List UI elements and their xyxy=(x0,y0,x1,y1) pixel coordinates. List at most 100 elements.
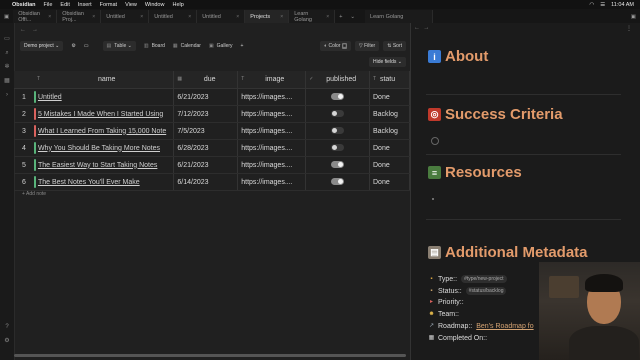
cell-name[interactable]: Why You Should Be Taking More Notes xyxy=(33,139,175,157)
add-note-button[interactable]: + Add note xyxy=(22,191,46,197)
close-icon[interactable]: × xyxy=(322,14,329,20)
files-icon[interactable]: ▭ xyxy=(3,35,11,43)
new-tab-icon[interactable]: + xyxy=(335,10,346,23)
sidebar-toggle-icon[interactable]: ▣ xyxy=(0,10,13,23)
tab-untitled-3[interactable]: Untitled × xyxy=(197,10,246,23)
cell-status[interactable]: Done xyxy=(369,88,410,106)
cell-status[interactable]: Done xyxy=(369,156,410,174)
filter-button[interactable]: ▽ Filter xyxy=(354,40,380,51)
tab-obsidian-projects[interactable]: Obsidian Proj... × xyxy=(57,10,102,23)
cell-status[interactable]: Backlog xyxy=(369,105,410,123)
cell-due[interactable]: 6/21/2023 xyxy=(173,88,239,106)
cell-due[interactable]: 6/21/2023 xyxy=(173,156,239,174)
table-row[interactable]: 2 5 Mistakes I Made When I Started Using 7… xyxy=(14,105,410,123)
close-icon[interactable]: × xyxy=(276,14,283,20)
cell-published[interactable] xyxy=(305,173,370,191)
tab-untitled-1[interactable]: Untitled × xyxy=(101,10,150,23)
sort-button[interactable]: ⇅ Sort xyxy=(383,40,406,51)
hide-fields-button[interactable]: Hide fields ⌄ xyxy=(369,57,406,67)
cell-status[interactable]: Done xyxy=(369,173,410,191)
cell-due[interactable]: 7/5/2023 xyxy=(173,122,239,140)
note-link[interactable]: The Best Notes You'll Ever Make xyxy=(38,179,140,186)
cell-name[interactable]: What I Learned From Taking 15,000 Note xyxy=(33,122,175,140)
cell-published[interactable] xyxy=(305,122,370,140)
cell-published[interactable] xyxy=(305,88,370,106)
close-icon[interactable]: × xyxy=(136,14,143,20)
menu-app-name[interactable]: Obsidian xyxy=(12,2,36,8)
task-checkbox[interactable] xyxy=(431,137,439,145)
cell-image[interactable]: https://images.... xyxy=(237,88,307,106)
calendar-icon[interactable]: ▦ xyxy=(3,77,11,85)
cell-status[interactable]: Backlog xyxy=(369,122,410,140)
menu-edit[interactable]: Edit xyxy=(60,2,69,8)
tab-learn-golang[interactable]: Learn Golang × xyxy=(289,10,336,23)
column-header-image[interactable]: Timage xyxy=(237,71,307,89)
published-toggle[interactable] xyxy=(331,93,345,101)
tab-obsidian-official[interactable]: Obsidian Offi... × xyxy=(13,10,58,23)
project-settings-icon[interactable]: ⚙ xyxy=(71,43,75,49)
published-toggle[interactable] xyxy=(331,161,345,169)
wifi-icon[interactable]: ◠ xyxy=(589,2,594,8)
back-icon[interactable]: ← xyxy=(20,27,26,33)
view-table[interactable]: ▤ Table ⌄ xyxy=(102,40,136,51)
clock[interactable]: 11:04 AM xyxy=(611,2,634,8)
cell-name[interactable]: The Easiest Way to Start Taking Notes xyxy=(33,156,175,174)
published-toggle[interactable] xyxy=(331,110,345,118)
menu-view[interactable]: View xyxy=(125,2,137,8)
tag-pill[interactable]: #type/new-project xyxy=(461,275,507,283)
cell-image[interactable]: https://images.... xyxy=(237,173,307,191)
column-header-status[interactable]: T statu xyxy=(369,71,410,89)
menu-help[interactable]: Help xyxy=(172,2,183,8)
column-header-due[interactable]: ▦ due xyxy=(173,71,239,89)
published-toggle[interactable] xyxy=(331,127,345,135)
note-link[interactable]: What I Learned From Taking 15,000 Note xyxy=(38,128,166,135)
cell-image[interactable]: https://images.... xyxy=(237,122,307,140)
menu-file[interactable]: File xyxy=(44,2,53,8)
add-view-button[interactable]: + xyxy=(241,43,244,49)
cell-due[interactable]: 6/28/2023 xyxy=(173,139,239,157)
cell-published[interactable] xyxy=(305,139,370,157)
color-button[interactable]: ◐ Color ■ xyxy=(320,40,351,51)
tab-list-icon[interactable]: ⌄ xyxy=(346,10,359,23)
menu-window[interactable]: Window xyxy=(145,2,165,8)
graph-icon[interactable]: ✲ xyxy=(3,63,11,71)
search-icon[interactable]: ⌕ xyxy=(3,49,11,57)
more-options-icon[interactable]: ⋮ xyxy=(626,25,632,32)
table-row[interactable]: 4 Why You Should Be Taking More Notes 6/28… xyxy=(14,139,410,157)
menu-insert[interactable]: Insert xyxy=(78,2,92,8)
close-icon[interactable]: × xyxy=(88,14,95,20)
cell-image[interactable]: https://images.... xyxy=(237,105,307,123)
help-icon[interactable]: ? xyxy=(3,323,11,331)
close-icon[interactable]: × xyxy=(44,14,51,20)
note-link[interactable]: Why You Should Be Taking More Notes xyxy=(38,145,160,152)
tag-pill[interactable]: #status/backlog xyxy=(465,287,507,295)
tab-projects[interactable]: Projects × xyxy=(245,10,290,23)
forward-icon[interactable]: → xyxy=(423,25,429,31)
project-select[interactable]: Demo project ⌄ xyxy=(20,40,64,51)
cell-name[interactable]: The Best Notes You'll Ever Make xyxy=(33,173,175,191)
view-calendar[interactable]: ▦ Calendar xyxy=(173,43,201,49)
close-icon[interactable]: × xyxy=(232,14,239,20)
note-link[interactable]: 5 Mistakes I Made When I Started Using xyxy=(38,111,163,118)
published-toggle[interactable] xyxy=(331,178,345,186)
horizontal-scrollbar[interactable] xyxy=(14,354,406,357)
cell-image[interactable]: https://images.... xyxy=(237,156,307,174)
column-header-published[interactable]: ✓ published xyxy=(305,71,370,89)
note-link[interactable]: Untitled xyxy=(38,94,62,101)
table-row[interactable]: 5 The Easiest Way to Start Taking Notes 6/… xyxy=(14,156,410,174)
table-row[interactable]: 6 The Best Notes You'll Ever Make 6/14/202… xyxy=(14,173,410,191)
tab-right-learn-golang[interactable]: Learn Golang xyxy=(365,10,434,23)
column-header-name[interactable]: Tname xyxy=(33,71,175,89)
forward-icon[interactable]: → xyxy=(32,27,38,33)
cell-status[interactable]: Done xyxy=(369,139,410,157)
note-link[interactable]: The Easiest Way to Start Taking Notes xyxy=(38,162,157,169)
tab-untitled-2[interactable]: Untitled × xyxy=(149,10,198,23)
menu-format[interactable]: Format xyxy=(100,2,117,8)
right-sidebar-toggle-icon[interactable]: ▣ xyxy=(627,10,640,23)
table-row[interactable]: 3 What I Learned From Taking 15,000 Note 7… xyxy=(14,122,410,140)
cell-due[interactable]: 6/14/2023 xyxy=(173,173,239,191)
internal-link[interactable]: Ben's Roadmap fo xyxy=(476,323,533,330)
cell-published[interactable] xyxy=(305,156,370,174)
table-row[interactable]: 1 Untitled 6/21/2023 https://images.... Done xyxy=(14,88,410,106)
cell-name[interactable]: Untitled xyxy=(33,88,175,106)
